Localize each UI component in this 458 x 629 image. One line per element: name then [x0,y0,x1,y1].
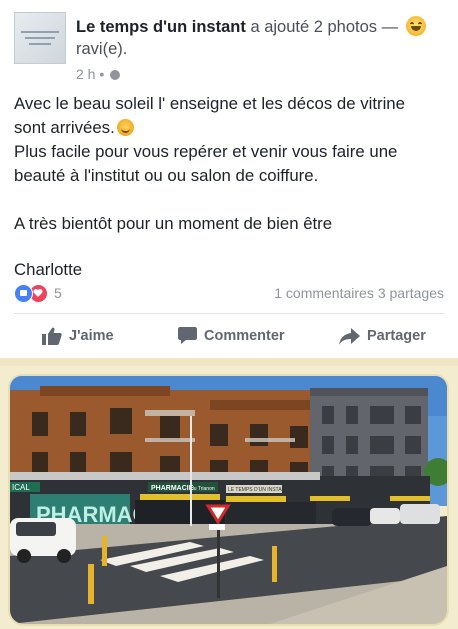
like-reaction-icon[interactable] [14,284,33,303]
share-label: Partager [367,328,426,344]
share-button[interactable]: Partager [339,320,426,352]
comment-label: Commenter [204,328,285,344]
comments-count[interactable]: 1 commentaires [274,285,374,301]
post-text-line: sont arrivées. [14,118,115,137]
meta-separator: • [95,66,109,82]
post-time[interactable]: 2 h [76,66,95,82]
sign-right: LE TEMPS D'UN INSTANT [228,487,288,493]
page-name-link[interactable]: Le temps d'un instant [76,18,246,36]
like-button[interactable]: J'aime [42,320,114,352]
photo-frame: ICAL PHARMACIE du Trianon LE TEMPS D'UN … [0,358,458,629]
reactions-bar: 5 1 commentaires 3 partages [14,284,444,304]
post-body: Avec le beau soleil l' enseigne et les d… [14,92,444,282]
post-photo[interactable]: ICAL PHARMACIE du Trianon LE TEMPS D'UN … [10,376,447,624]
post-signature: Charlotte [14,260,83,279]
feeling-text: ravi(e). [76,40,128,58]
post-text-line: Plus facile pour vous repérer et venir v… [14,142,398,161]
engagement-counts: 1 commentaires 3 partages [274,285,444,301]
thumbs-up-icon [42,327,62,345]
feeling-smile-icon [405,16,426,36]
post-title: Le temps d'un instant a ajouté 2 photos … [76,16,436,60]
sign-left: ICAL [12,483,30,492]
divider [14,313,444,314]
globe-icon [110,70,121,80]
post-text-line: A très bientôt pour un moment de bien êt… [14,214,333,233]
comment-button[interactable]: Commenter [178,320,285,352]
comment-icon [178,327,197,344]
smile-icon [116,119,134,136]
post-action-text: a ajouté 2 photos — [245,18,403,36]
post-text-line: beauté à l'institut ou ou salon de coiff… [14,166,319,185]
post-text-line: Avec le beau soleil l' enseigne et les d… [14,94,405,113]
sign-center: PHARMACIE [151,485,194,492]
like-label: J'aime [69,328,114,344]
post-meta: 2 h • [76,66,121,82]
reaction-count[interactable]: 5 [54,285,62,301]
action-bar: J'aime Commenter Partager [0,320,458,352]
page-avatar[interactable] [14,12,66,64]
share-icon [339,327,360,345]
shares-count[interactable]: 3 partages [378,285,444,301]
post-header: Le temps d'un instant a ajouté 2 photos … [14,12,444,82]
sign-center-2: du Trianon [191,486,215,492]
